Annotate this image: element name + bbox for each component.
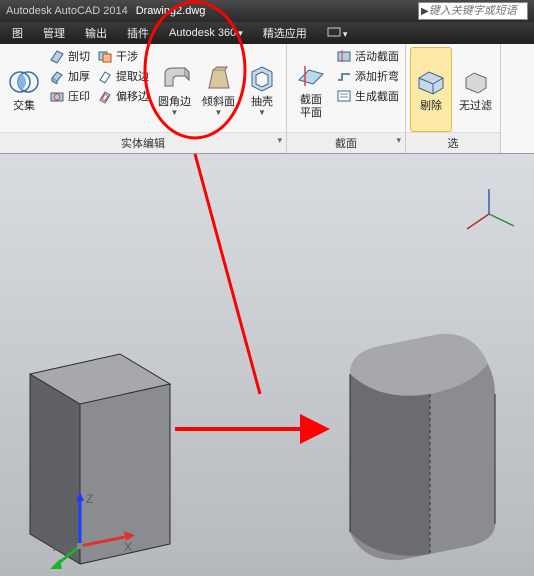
svg-text:Z: Z [86, 492, 93, 506]
no-filter-button[interactable]: 无过滤 [455, 47, 496, 132]
fillet-edge-icon [159, 62, 191, 94]
offset-edge-icon [97, 88, 113, 104]
search-input[interactable] [429, 5, 525, 17]
menu-featured[interactable]: 精选应用 [255, 23, 315, 43]
section-plane-icon [295, 60, 327, 92]
panel-section: 截面 平面 活动截面 添加折弯 生成截面 截面▾ [287, 44, 406, 153]
view-axes-icon[interactable] [459, 184, 519, 244]
panel-title-selection[interactable]: 选 [406, 132, 500, 153]
interfere-button[interactable]: 干涉 [95, 47, 151, 65]
search-box[interactable]: ▶ [418, 2, 528, 20]
expand-icon: ▾ [396, 135, 401, 146]
add-jog-button[interactable]: 添加折弯 [334, 67, 401, 85]
menu-panel-dd[interactable]: ▾ [319, 25, 356, 42]
add-jog-icon [336, 68, 352, 84]
menu-tu[interactable]: 图 [4, 23, 31, 43]
titlebar: Autodesk AutoCAD 2014 Drawing2.dwg ▶ [0, 0, 534, 22]
menubar: 图 管理 输出 插件 Autodesk 360▾ 精选应用 ▾ [0, 22, 534, 44]
slice-icon [49, 48, 65, 64]
app-title: Autodesk AutoCAD 2014 [6, 5, 128, 17]
panel-title-solid-edit[interactable]: 实体编辑▾ [0, 132, 286, 153]
live-section-button[interactable]: 活动截面 [334, 47, 401, 65]
viewport[interactable]: Z X Y [0, 154, 534, 576]
menu-a360[interactable]: Autodesk 360▾ [161, 25, 251, 41]
live-section-icon [336, 48, 352, 64]
ucs-icon[interactable]: Z X Y [50, 491, 140, 571]
chevron-down-icon: ▼ [171, 108, 179, 117]
extract-edge-button[interactable]: 提取边 [95, 67, 151, 85]
extract-edge-icon [97, 68, 113, 84]
no-filter-label: 无过滤 [459, 100, 492, 112]
chevron-down-icon: ▼ [258, 108, 266, 117]
panel-selection: 剔除 无过滤 选 [406, 44, 501, 153]
taper-face-button[interactable]: 倾斜面 ▼ [198, 47, 239, 132]
thicken-button[interactable]: 加厚 [47, 67, 92, 85]
cull-button[interactable]: 剔除 [410, 47, 452, 132]
svg-text:Y: Y [50, 540, 58, 554]
ribbon: 交集 剖切 加厚 压印 干涉 提取边 偏移边 圆角边 ▼ [0, 44, 534, 154]
menu-manage[interactable]: 管理 [35, 23, 73, 43]
interfere-icon [97, 48, 113, 64]
section-plane-label: 截面 平面 [300, 94, 322, 118]
section-plane-button[interactable]: 截面 平面 [291, 47, 331, 132]
thicken-icon [49, 68, 65, 84]
generate-section-icon [336, 88, 352, 104]
solid-filleted-right [320, 304, 510, 564]
chevron-down-icon: ▼ [215, 108, 223, 117]
taper-face-icon [203, 62, 235, 94]
intersect-label: 交集 [13, 100, 35, 112]
panel-title-section[interactable]: 截面▾ [287, 132, 405, 153]
menu-output[interactable]: 输出 [77, 23, 115, 43]
svg-text:X: X [124, 540, 132, 554]
imprint-button[interactable]: 压印 [47, 87, 92, 105]
file-name: Drawing2.dwg [136, 5, 206, 17]
taper-face-label: 倾斜面 [202, 96, 235, 108]
shell-label: 抽壳 [251, 96, 273, 108]
cull-icon [415, 66, 447, 98]
expand-icon: ▾ [277, 135, 282, 146]
no-filter-icon [460, 66, 492, 98]
generate-section-button[interactable]: 生成截面 [334, 87, 401, 105]
intersect-button[interactable]: 交集 [4, 47, 44, 132]
fillet-edge-label: 圆角边 [158, 96, 191, 108]
shell-icon [246, 62, 278, 94]
imprint-icon [49, 88, 65, 104]
fillet-edge-button[interactable]: 圆角边 ▼ [154, 47, 195, 132]
menu-plugin[interactable]: 插件 [119, 23, 157, 43]
offset-edge-button[interactable]: 偏移边 [95, 87, 151, 105]
shell-button[interactable]: 抽壳 ▼ [242, 47, 282, 132]
intersect-icon [8, 66, 40, 98]
panel-solid-edit: 交集 剖切 加厚 压印 干涉 提取边 偏移边 圆角边 ▼ [0, 44, 287, 153]
slice-button[interactable]: 剖切 [47, 47, 92, 65]
search-arrow-icon: ▶ [421, 6, 429, 17]
cull-label: 剔除 [420, 100, 442, 112]
